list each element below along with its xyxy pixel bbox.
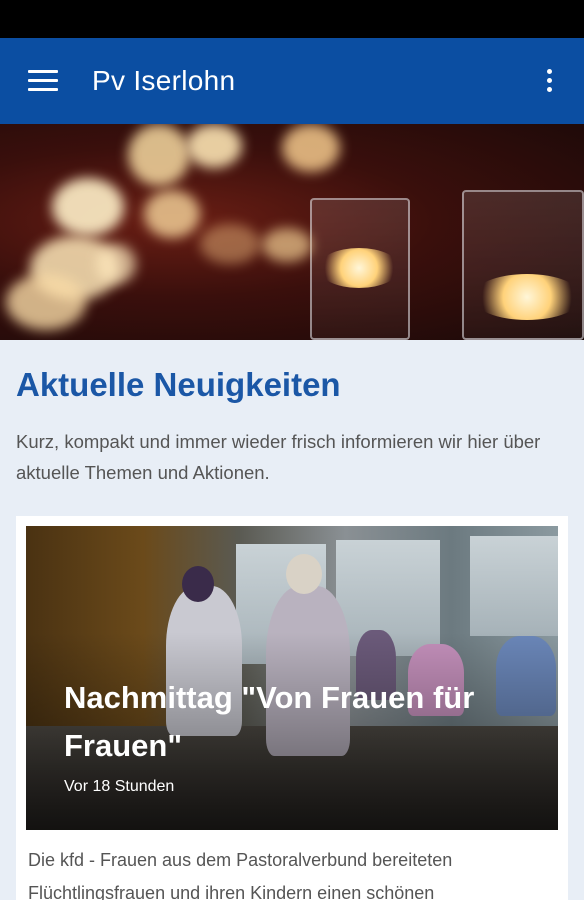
section-title: Aktuelle Neuigkeiten xyxy=(16,366,341,403)
news-card-excerpt: Die kfd - Frauen aus dem Pastoralverbund… xyxy=(28,850,453,900)
news-card-image[interactable]: Nachmittag "Von Frauen für Frauen" Vor 1… xyxy=(26,526,558,830)
hamburger-menu-icon[interactable] xyxy=(20,66,64,96)
app-bar: Pv Iserlohn xyxy=(0,38,584,124)
news-card-title: Nachmittag "Von Frauen für Frauen" xyxy=(64,680,475,763)
section-description: Kurz, kompakt und immer wieder frisch in… xyxy=(16,431,541,483)
news-card-time: Vor 18 Stunden xyxy=(64,778,175,795)
status-bar xyxy=(0,0,584,38)
app-title: Pv Iserlohn xyxy=(92,65,236,96)
news-section: Aktuelle Neuigkeiten Kurz, kompakt und i… xyxy=(0,340,584,900)
header-image xyxy=(0,124,584,340)
news-card[interactable]: Nachmittag "Von Frauen für Frauen" Vor 1… xyxy=(16,516,568,900)
more-vert-icon[interactable] xyxy=(536,64,564,98)
